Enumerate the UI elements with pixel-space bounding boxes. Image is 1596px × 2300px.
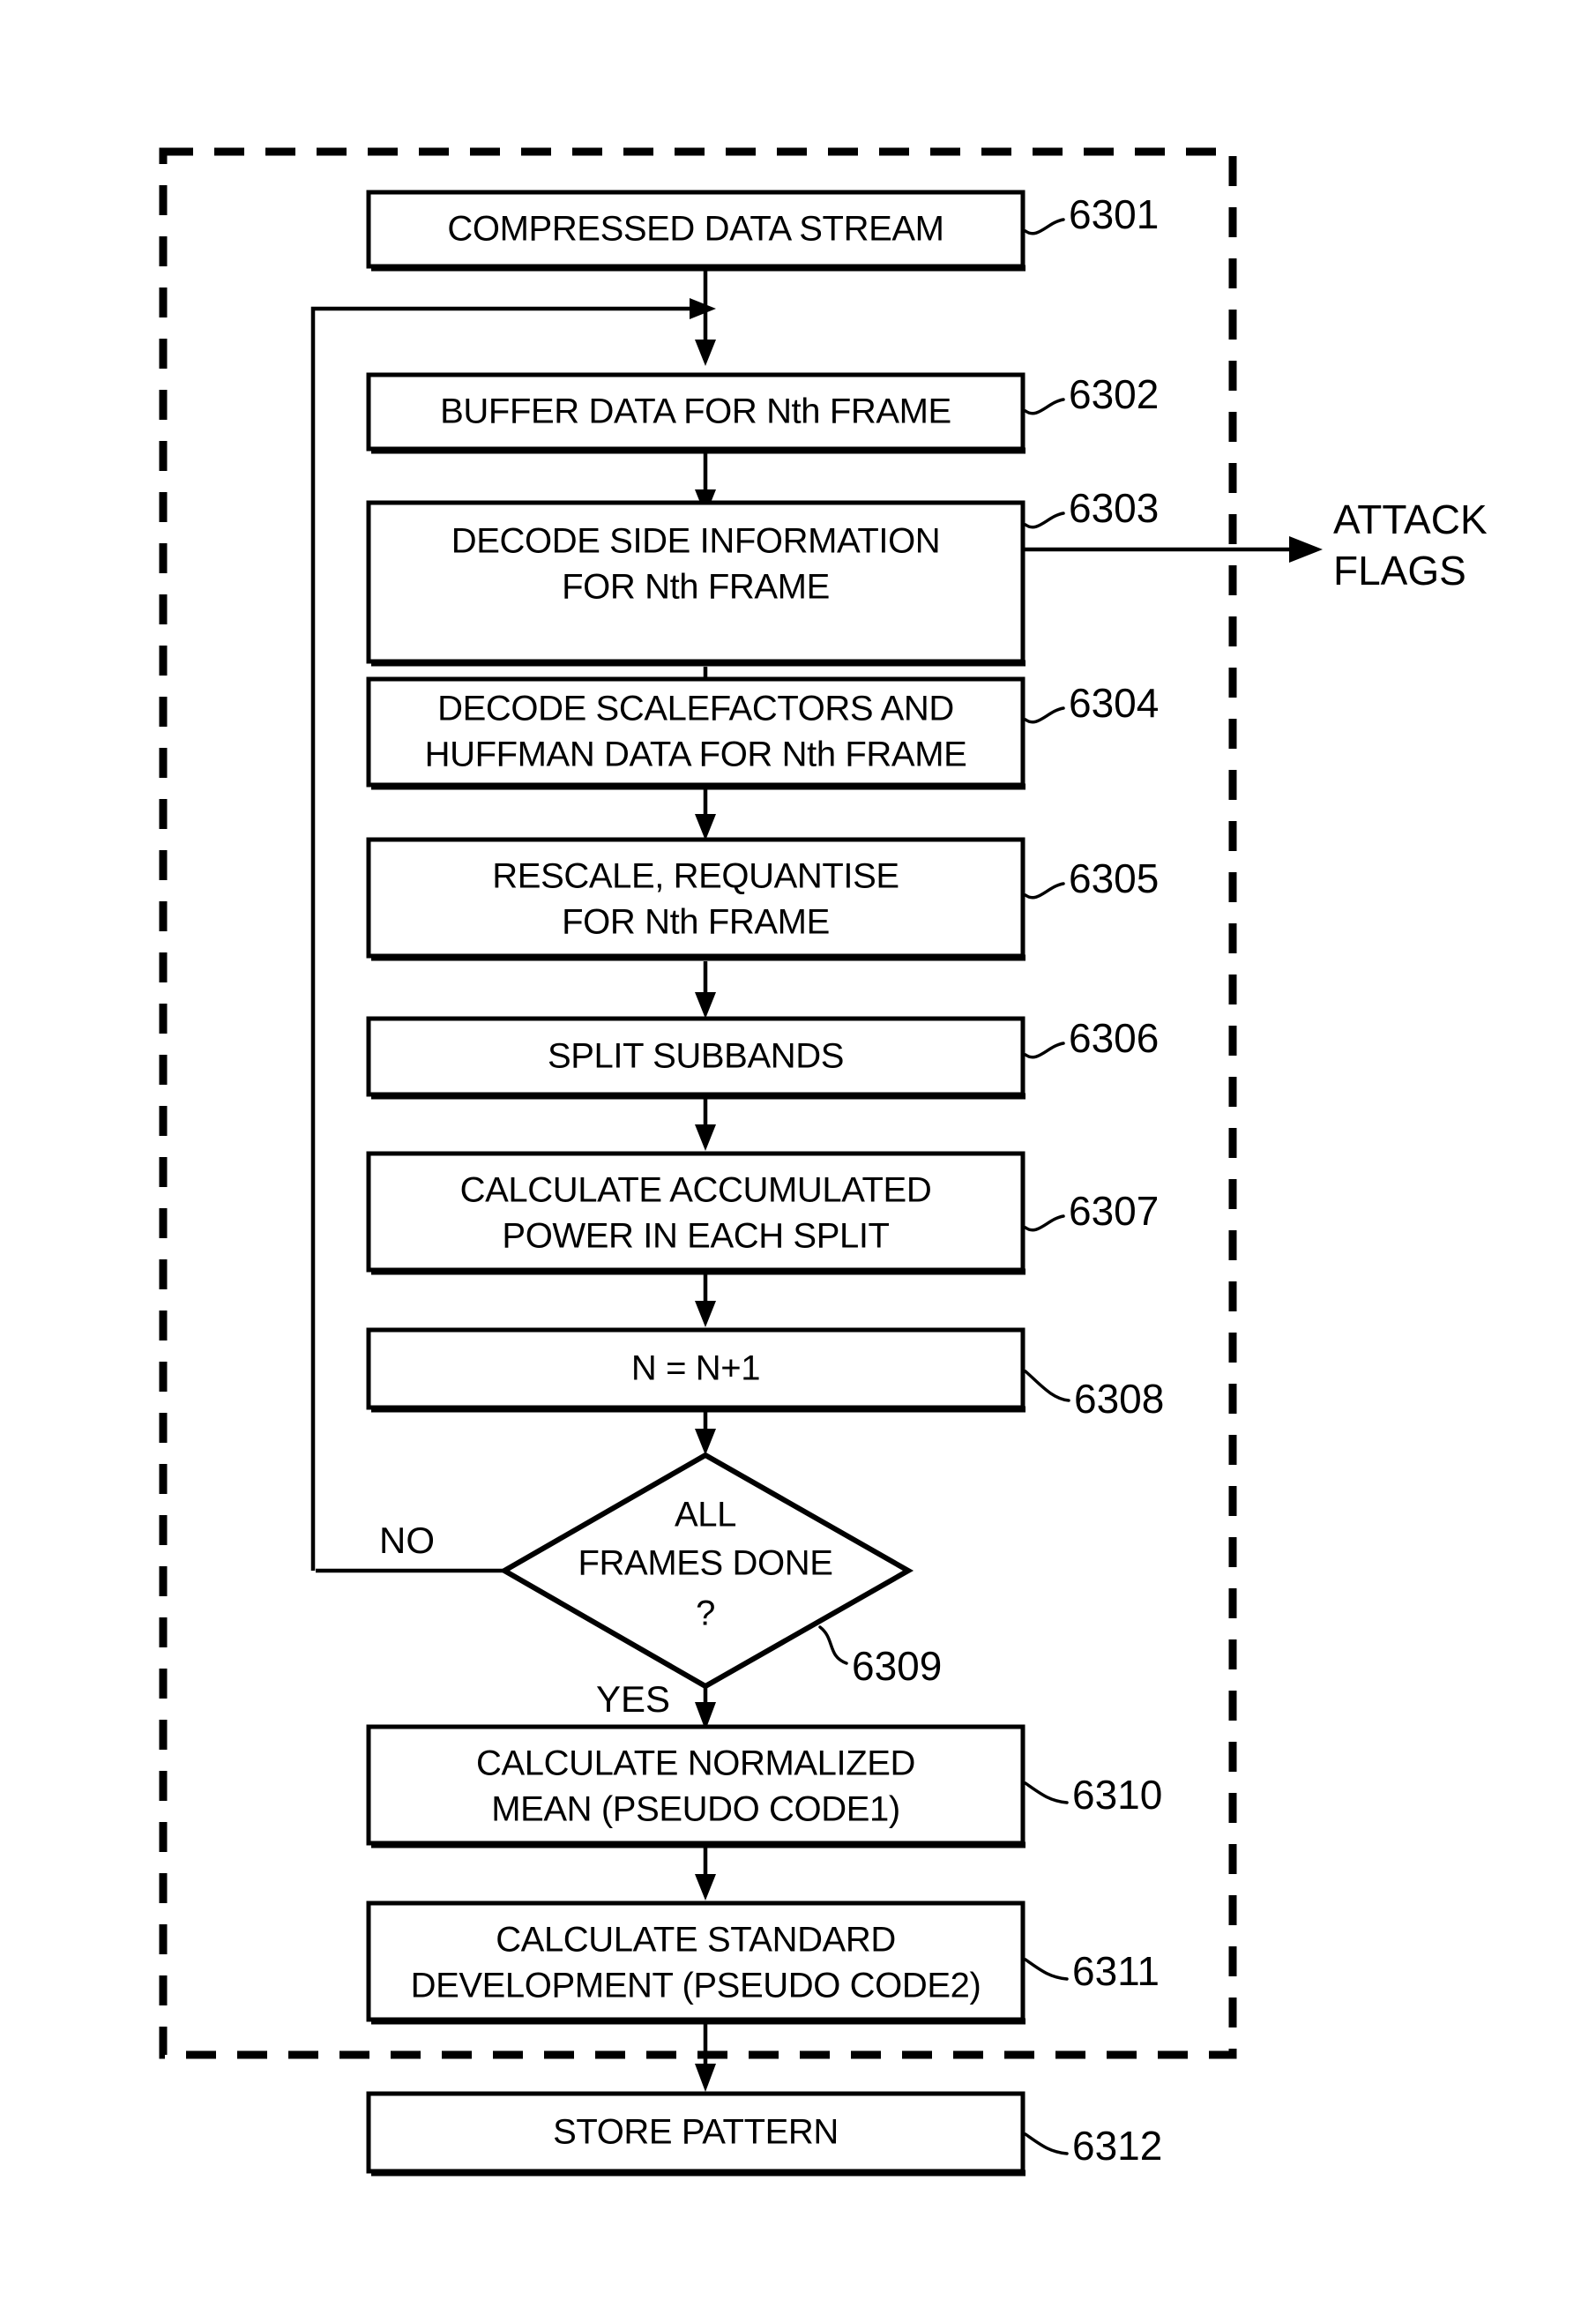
node-6305-rescale-requantise[interactable]: RESCALE, REQUANTISE FOR Nth FRAME — [366, 837, 1025, 961]
node-6307-line-1: CALCULATE ACCUMULATED — [460, 1171, 932, 1210]
ref-label-6310: 6310 — [1024, 1772, 1162, 1818]
node-6303-line-2: FOR Nth FRAME — [562, 568, 830, 607]
connector-6306-to-6307 — [695, 1098, 716, 1151]
connector-6303-to-attack-flags — [1023, 536, 1323, 563]
node-6310-calculate-normalized-mean[interactable]: CALCULATE NORMALIZED MEAN (PSEUDO CODE1) — [366, 1724, 1025, 1848]
node-6309-line-2: FRAMES DONE — [578, 1544, 833, 1583]
connector-6307-to-6308 — [695, 1272, 716, 1327]
ref-label-6308: 6308 — [1024, 1370, 1164, 1422]
connector-6305-to-6306 — [695, 961, 716, 1019]
node-6304-decode-scalefactors[interactable]: DECODE SCALEFACTORS AND HUFFMAN DATA FOR… — [366, 676, 1025, 790]
node-6311-calculate-standard-development[interactable]: CALCULATE STANDARD DEVELOPMENT (PSEUDO C… — [366, 1900, 1025, 2025]
patent-figure-flowchart: COMPRESSED DATA STREAM 6301 BUFFER DATA … — [0, 0, 1596, 2300]
node-6306-split-subbands[interactable]: SPLIT SUBBANDS — [366, 1016, 1025, 1100]
external-output-attack-flags: ATTACK FLAGS — [1333, 497, 1488, 594]
ref-label-6309: 6309 — [818, 1625, 942, 1689]
ref-label-6307: 6307 — [1024, 1188, 1159, 1234]
node-6302-buffer-data[interactable]: BUFFER DATA FOR Nth FRAME — [366, 372, 1025, 454]
node-6309-all-frames-done-decision[interactable]: ALL FRAMES DONE ? — [498, 1452, 914, 1690]
node-6303-decode-side-information[interactable]: DECODE SIDE INFORMATION FOR Nth FRAME — [366, 500, 1025, 667]
ref-6301-text: 6301 — [1069, 191, 1159, 237]
node-6305-line-1: RESCALE, REQUANTISE — [492, 857, 899, 896]
flowchart-canvas: COMPRESSED DATA STREAM 6301 BUFFER DATA … — [159, 147, 1488, 2177]
attack-flags-line-2: FLAGS — [1333, 548, 1466, 594]
node-6307-calculate-accumulated-power[interactable]: CALCULATE ACCUMULATED POWER IN EACH SPLI… — [366, 1151, 1025, 1275]
node-6310-line-2: MEAN (PSEUDO CODE1) — [491, 1790, 900, 1829]
decision-no-label: NO — [379, 1520, 435, 1561]
ref-label-6305: 6305 — [1024, 855, 1159, 901]
node-6302-line-1: BUFFER DATA FOR Nth FRAME — [440, 392, 951, 431]
ref-6311-text: 6311 — [1072, 1948, 1160, 1994]
node-6312-line-1: STORE PATTERN — [553, 2113, 839, 2152]
node-6311-line-2: DEVELOPMENT (PSEUDO CODE2) — [411, 1967, 981, 2005]
node-6307-line-2: POWER IN EACH SPLIT — [502, 1217, 889, 1256]
ref-6305-text: 6305 — [1069, 855, 1159, 901]
node-6304-line-2: HUFFMAN DATA FOR Nth FRAME — [425, 736, 967, 774]
ref-label-6312: 6312 — [1024, 2123, 1162, 2169]
node-6309-line-1: ALL — [675, 1496, 736, 1535]
connector-6310-to-6311 — [695, 1843, 716, 1900]
node-6304-line-1: DECODE SCALEFACTORS AND — [437, 690, 954, 728]
ref-6309-text: 6309 — [852, 1643, 942, 1689]
ref-6304-text: 6304 — [1069, 680, 1159, 726]
ref-label-6304: 6304 — [1024, 680, 1159, 726]
node-6311-line-1: CALCULATE STANDARD — [496, 1921, 896, 1960]
node-6310-line-1: CALCULATE NORMALIZED — [476, 1744, 915, 1783]
ref-label-6301: 6301 — [1024, 191, 1159, 237]
ref-6306-text: 6306 — [1069, 1015, 1159, 1061]
node-6308-line-1: N = N+1 — [631, 1349, 760, 1388]
node-6308-increment-n[interactable]: N = N+1 — [366, 1327, 1025, 1413]
connector-6308-to-6309 — [695, 1409, 716, 1455]
attack-flags-line-1: ATTACK — [1333, 497, 1488, 542]
node-6312-store-pattern[interactable]: STORE PATTERN — [366, 2091, 1025, 2177]
node-6306-line-1: SPLIT SUBBANDS — [548, 1037, 844, 1076]
ref-6308-text: 6308 — [1074, 1376, 1164, 1422]
ref-6312-text: 6312 — [1072, 2123, 1162, 2169]
ref-6302-text: 6302 — [1069, 371, 1159, 417]
connector-6301-to-6302 — [695, 269, 716, 366]
node-6309-line-3: ? — [696, 1594, 715, 1633]
node-6301-compressed-data-stream[interactable]: COMPRESSED DATA STREAM — [366, 190, 1025, 272]
node-6303-line-1: DECODE SIDE INFORMATION — [451, 522, 941, 561]
ref-label-6306: 6306 — [1024, 1015, 1159, 1061]
ref-6307-text: 6307 — [1069, 1188, 1159, 1234]
connector-6304-to-6305 — [695, 783, 716, 840]
ref-6303-text: 6303 — [1069, 485, 1159, 531]
ref-label-6303: 6303 — [1024, 485, 1159, 531]
decision-yes-label: YES — [596, 1678, 670, 1720]
node-6301-line-1: COMPRESSED DATA STREAM — [447, 210, 943, 249]
ref-label-6302: 6302 — [1024, 371, 1159, 417]
ref-label-6311: 6311 — [1024, 1948, 1160, 1994]
node-6305-line-2: FOR Nth FRAME — [562, 903, 830, 942]
ref-6310-text: 6310 — [1072, 1772, 1162, 1818]
